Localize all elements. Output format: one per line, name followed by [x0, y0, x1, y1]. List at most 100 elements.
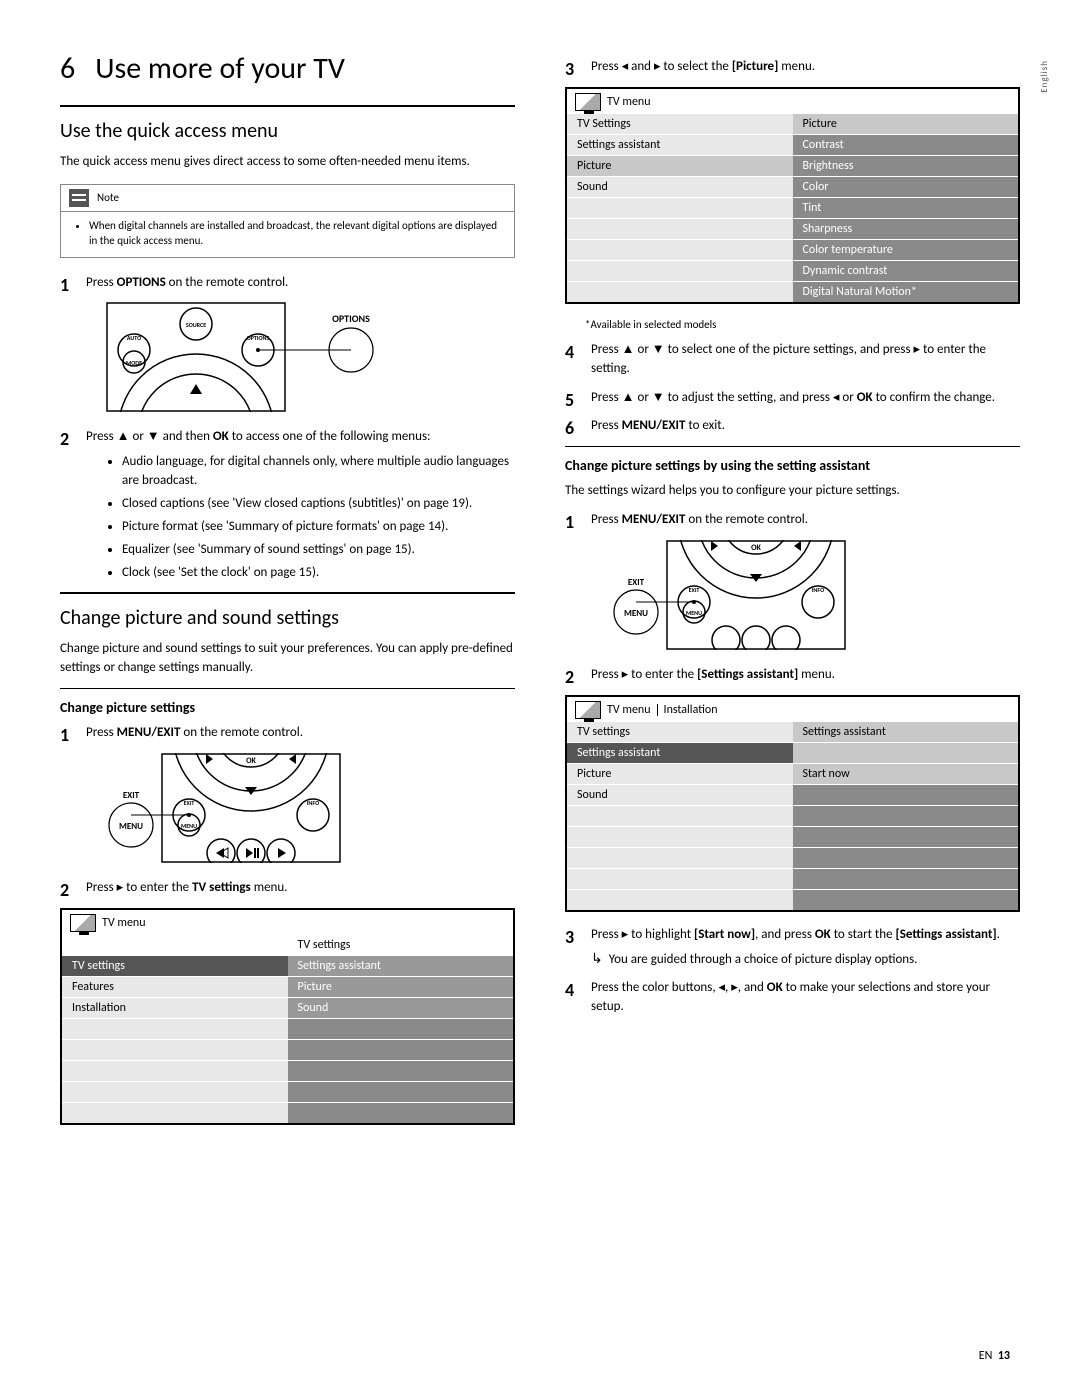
- table-row: Tint: [567, 197, 1018, 218]
- svg-text:OPTIONS: OPTIONS: [247, 334, 270, 342]
- table-row: Sound: [567, 784, 1018, 805]
- table-row: [62, 1018, 513, 1039]
- table-cell: [567, 806, 793, 826]
- svg-text:SOURCE: SOURCE: [186, 321, 206, 329]
- table-cell: [793, 806, 1019, 826]
- table-cell: Contrast: [793, 135, 1019, 155]
- table-cell: [567, 848, 793, 868]
- table-cell: [62, 1040, 288, 1060]
- table-cell: Settings assistant: [793, 722, 1019, 742]
- table-cell: Digital Natural Motion*: [793, 282, 1019, 302]
- table-cell: [567, 240, 793, 260]
- table-row: PictureBrightness: [567, 155, 1018, 176]
- table-cell: [793, 848, 1019, 868]
- svg-text:INFO: INFO: [307, 799, 319, 807]
- chapter-number: 6: [60, 50, 75, 87]
- table-cell: Picture: [288, 977, 514, 997]
- table-cell: Sound: [288, 998, 514, 1018]
- table-cell: [567, 282, 793, 302]
- table-cell: Picture: [567, 764, 793, 784]
- table-cell: [288, 1082, 514, 1102]
- table-cell: [793, 785, 1019, 805]
- menu-table-picture: TV menu TV SettingsPictureSettings assis…: [565, 87, 1020, 304]
- breadcrumb: TV menu: [102, 916, 146, 930]
- table-cell: [62, 1061, 288, 1081]
- table-cell: [62, 1019, 288, 1039]
- svg-text:MENU: MENU: [686, 609, 702, 617]
- thin-divider: [565, 446, 1020, 447]
- table-cell: TV settings: [62, 956, 288, 976]
- subheading-setting-assistant: Change picture settings by using the set…: [565, 457, 1020, 474]
- footnote: *Available in selected models: [585, 318, 1020, 331]
- table-cell: TV settings: [567, 722, 793, 742]
- table-row: InstallationSound: [62, 997, 513, 1018]
- step: Press ▲ or ▼ and then OK to access one o…: [60, 428, 515, 582]
- table-cell: [288, 1061, 514, 1081]
- svg-text:OK: OK: [751, 543, 761, 553]
- table-cell: [567, 219, 793, 239]
- svg-text:MENU: MENU: [181, 822, 197, 830]
- step: Press MENU/EXIT to exit.: [565, 417, 1020, 436]
- svg-text:INFO: INFO: [812, 586, 824, 594]
- table-cell: Sound: [567, 785, 793, 805]
- note-item: When digital channels are installed and …: [89, 218, 504, 249]
- table-cell: Sound: [567, 177, 793, 197]
- table-cell: [62, 1103, 288, 1123]
- intro-text: The quick access menu gives direct acces…: [60, 153, 515, 172]
- table-row: Digital Natural Motion*: [567, 281, 1018, 302]
- language-tab: English: [1039, 60, 1050, 93]
- table-row: Sharpness: [567, 218, 1018, 239]
- table-cell: Picture: [567, 156, 793, 176]
- subheading-change-picture: Change picture settings: [60, 699, 515, 716]
- breadcrumb: Installation: [664, 703, 718, 717]
- step: Press ▸ to enter the [Settings assistant…: [565, 666, 1020, 685]
- menu-table-tv-settings: TV menu TV settingsTV settingsSettings a…: [60, 908, 515, 1125]
- table-cell: [793, 869, 1019, 889]
- table-row: SoundColor: [567, 176, 1018, 197]
- note-label: Note: [97, 191, 119, 204]
- section-heading-picture-sound: Change picture and sound settings: [60, 606, 515, 630]
- svg-text:EXIT: EXIT: [123, 790, 140, 801]
- table-row: [567, 868, 1018, 889]
- table-cell: [288, 1040, 514, 1060]
- svg-text:EXIT: EXIT: [628, 577, 645, 588]
- tv-icon: [575, 701, 601, 719]
- table-row: TV settingsSettings assistant: [62, 955, 513, 976]
- svg-text:EXIT: EXIT: [184, 799, 195, 807]
- svg-text:MENU: MENU: [624, 608, 648, 619]
- page-footer: EN 13: [979, 1349, 1010, 1363]
- breadcrumb: TV menu: [607, 95, 651, 109]
- chapter-title: 6 Use more of your TV: [60, 50, 515, 87]
- menu-bullets: Audio language, for digital channels onl…: [122, 453, 515, 582]
- table-row: Dynamic contrast: [567, 260, 1018, 281]
- table-cell: Tint: [793, 198, 1019, 218]
- table-row: TV SettingsPicture: [567, 113, 1018, 134]
- table-cell: Dynamic contrast: [793, 261, 1019, 281]
- svg-text:OPTIONS: OPTIONS: [332, 312, 370, 325]
- table-row: [567, 805, 1018, 826]
- table-cell: [567, 261, 793, 281]
- table-cell: [288, 1019, 514, 1039]
- tv-icon: [575, 93, 601, 111]
- step: Press MENU/EXIT on the remote control. O…: [565, 511, 1020, 650]
- divider: [60, 592, 515, 594]
- table-cell: Features: [62, 977, 288, 997]
- result-arrow-icon: ↳: [591, 950, 603, 967]
- table-cell: [793, 743, 1019, 763]
- table-header: TV settings: [288, 935, 514, 955]
- table-cell: Color temperature: [793, 240, 1019, 260]
- table-row: [567, 889, 1018, 910]
- table-row: FeaturesPicture: [62, 976, 513, 997]
- table-row: TV settingsSettings assistant: [567, 721, 1018, 742]
- table-row: [62, 1102, 513, 1123]
- bullet-item: Audio language, for digital channels onl…: [122, 453, 515, 491]
- table-cell: Picture: [793, 114, 1019, 134]
- divider: [60, 105, 515, 107]
- table-cell: Settings assistant: [567, 743, 793, 763]
- svg-text:OK: OK: [246, 756, 256, 766]
- section-heading-quick-access: Use the quick access menu: [60, 119, 515, 143]
- table-cell: Color: [793, 177, 1019, 197]
- step: Press ◂ and ▸ to select the [Picture] me…: [565, 58, 1020, 77]
- bullet-item: Clock (see 'Set the clock' on page 15).: [122, 564, 515, 583]
- table-cell: Brightness: [793, 156, 1019, 176]
